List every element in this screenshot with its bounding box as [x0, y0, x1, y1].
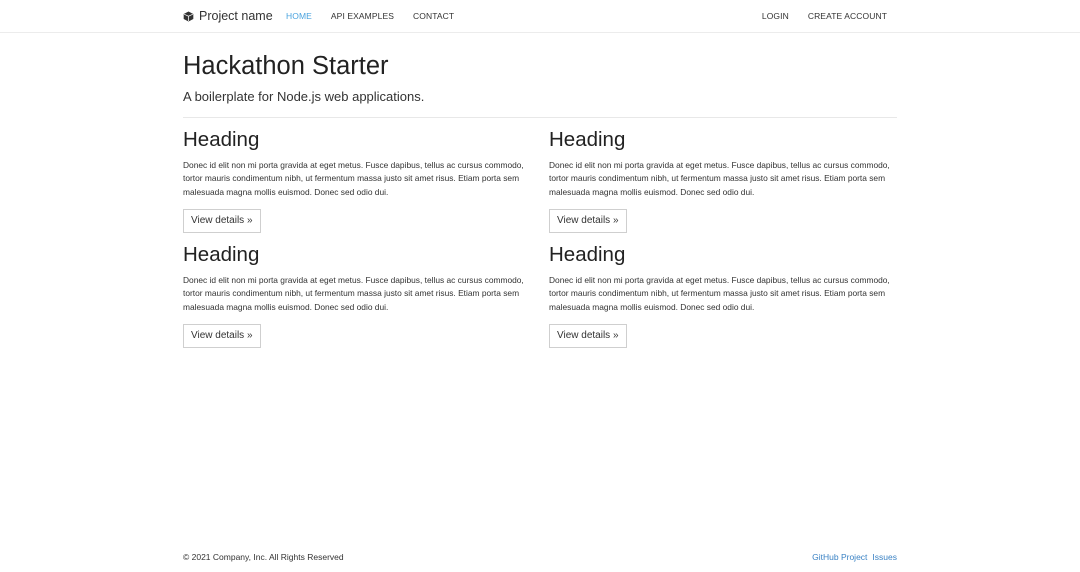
cube-icon	[183, 11, 194, 22]
account-nav: Login Create Account	[743, 11, 887, 21]
card-heading: Heading	[183, 128, 260, 151]
navbar: Project name Home API Examples Contact L…	[0, 0, 1080, 33]
card: Heading Donec id elit non mi porta gravi…	[549, 128, 899, 233]
card-heading: Heading	[549, 243, 626, 266]
nav-link-create-account[interactable]: Create Account	[808, 11, 887, 21]
nav-link-api-examples[interactable]: API Examples	[331, 11, 394, 21]
footer-links: GitHub Project Issues	[812, 552, 897, 562]
page-title: Hackathon Starter	[183, 52, 389, 80]
nav-link-login[interactable]: Login	[762, 11, 789, 21]
page-lead: A boilerplate for Node.js web applicatio…	[183, 89, 425, 104]
card: Heading Donec id elit non mi porta gravi…	[549, 243, 899, 348]
footer-link-github-project[interactable]: GitHub Project	[812, 552, 867, 562]
card-body: Donec id elit non mi porta gravida at eg…	[183, 274, 524, 312]
card-body: Donec id elit non mi porta gravida at eg…	[183, 159, 524, 197]
view-details-button[interactable]: View details »	[549, 324, 627, 348]
main-nav: Home API Examples Contact	[286, 11, 473, 21]
footer-copyright: © 2021 Company, Inc. All Rights Reserved	[183, 552, 344, 562]
card-body: Donec id elit non mi porta gravida at eg…	[549, 274, 890, 312]
card: Heading Donec id elit non mi porta gravi…	[183, 128, 533, 233]
nav-link-home[interactable]: Home	[286, 11, 312, 21]
footer-link-issues[interactable]: Issues	[872, 552, 897, 562]
card-heading: Heading	[549, 128, 626, 151]
divider	[183, 117, 897, 118]
view-details-button[interactable]: View details »	[183, 209, 261, 233]
card: Heading Donec id elit non mi porta gravi…	[183, 243, 533, 348]
card-heading: Heading	[183, 243, 260, 266]
navbar-container: Project name Home API Examples Contact L…	[183, 0, 897, 32]
brand-label: Project name	[199, 9, 273, 23]
view-details-button[interactable]: View details »	[549, 209, 627, 233]
nav-link-contact[interactable]: Contact	[413, 11, 454, 21]
brand-link[interactable]: Project name	[183, 8, 273, 24]
card-body: Donec id elit non mi porta gravida at eg…	[549, 159, 890, 197]
view-details-button[interactable]: View details »	[183, 324, 261, 348]
